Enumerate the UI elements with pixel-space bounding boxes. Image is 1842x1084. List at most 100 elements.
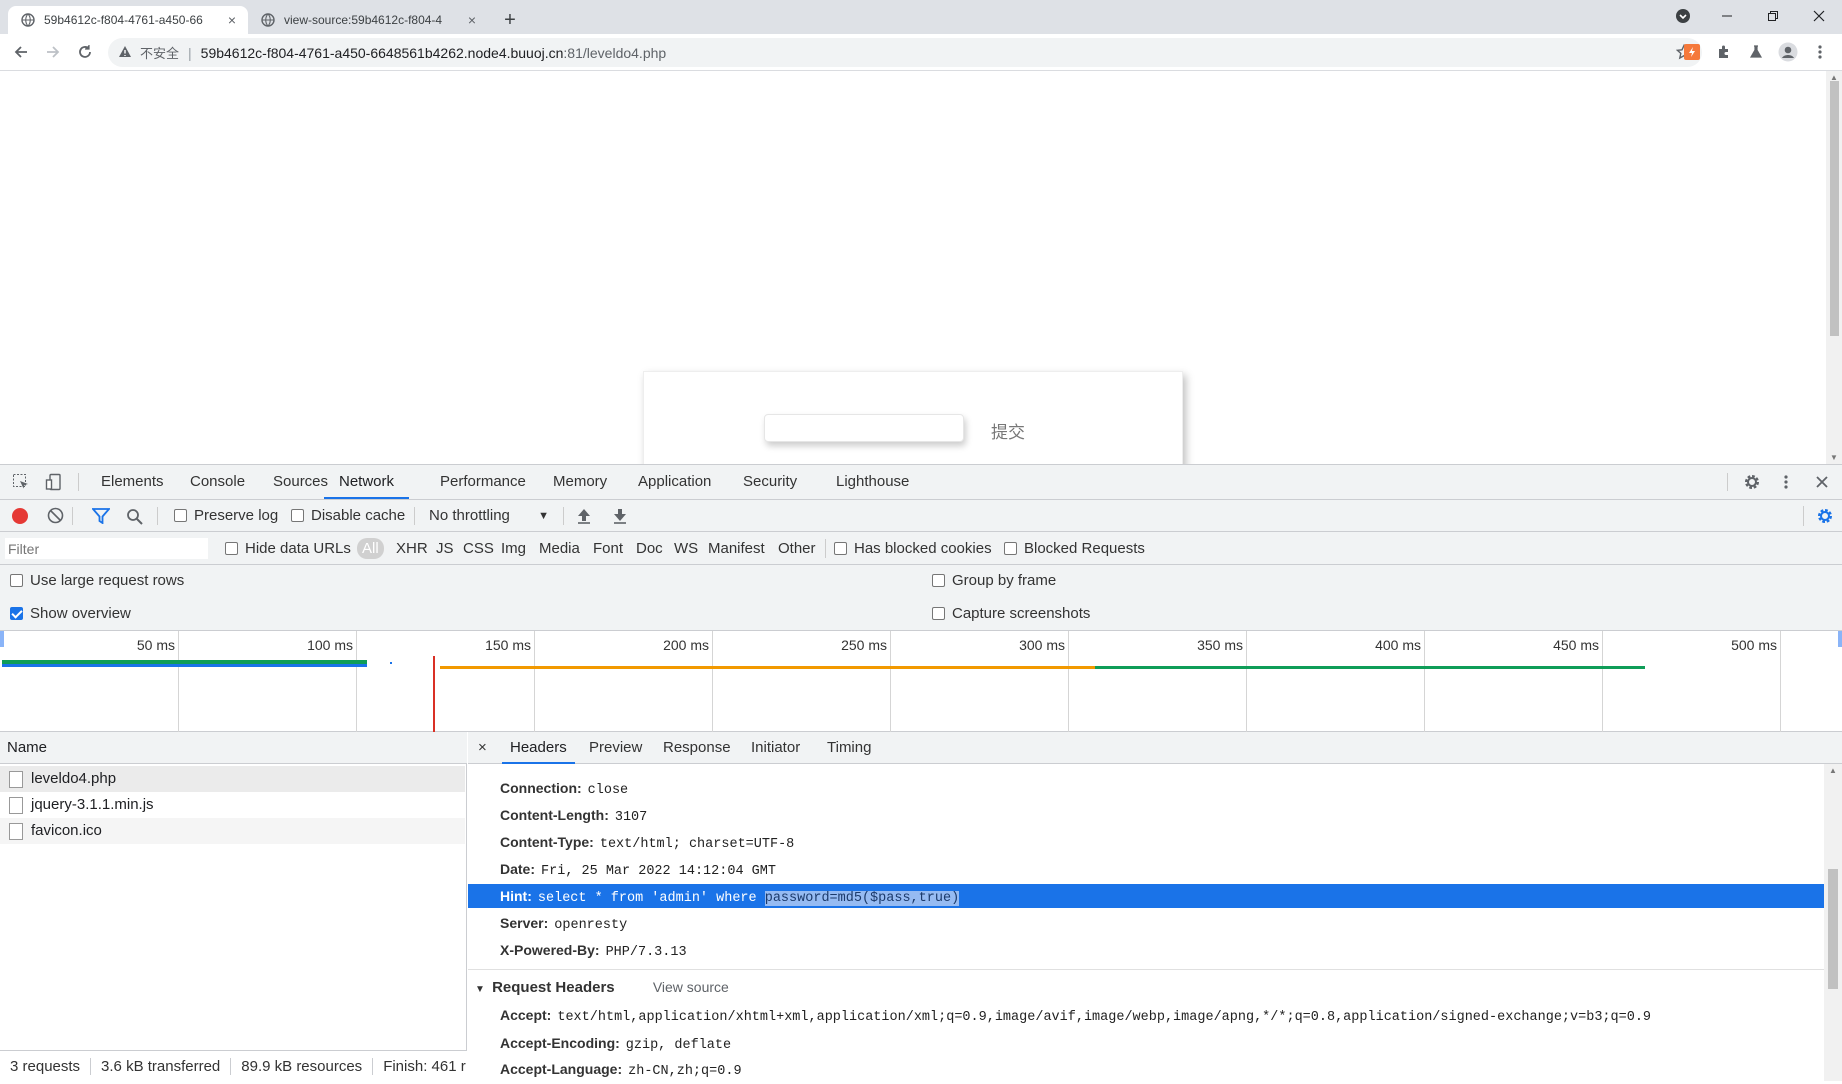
new-tab-button[interactable]: + bbox=[496, 6, 524, 34]
devtools-close-icon[interactable] bbox=[1809, 465, 1835, 499]
page-scroll-thumb[interactable] bbox=[1830, 81, 1839, 336]
blocked-requests-checkbox[interactable]: Blocked Requests bbox=[1004, 540, 1145, 557]
settings-gear-icon[interactable] bbox=[1739, 465, 1765, 499]
header-value[interactable]: select * from 'admin' where password=md5… bbox=[538, 891, 960, 906]
filter-type-all[interactable]: All bbox=[357, 538, 384, 559]
security-label[interactable]: 不安全 bbox=[140, 43, 179, 62]
extension-orange-icon[interactable] bbox=[1678, 38, 1706, 66]
checkbox-box[interactable] bbox=[932, 607, 945, 620]
devtools-more-icon[interactable] bbox=[1773, 465, 1799, 499]
disable-cache-checkbox[interactable]: Disable cache bbox=[291, 507, 405, 524]
overview-window-handle[interactable] bbox=[1838, 631, 1842, 647]
filter-type-other[interactable]: Other bbox=[778, 532, 816, 565]
details-scroll-thumb[interactable] bbox=[1828, 869, 1838, 989]
minimize-icon[interactable] bbox=[1704, 0, 1750, 32]
filter-type-js[interactable]: JS bbox=[436, 532, 454, 565]
tab-view-source[interactable]: view-source:59b4612c-f804-4 × bbox=[248, 6, 488, 34]
forward-arrow-icon[interactable] bbox=[39, 38, 67, 66]
network-settings-gear-icon[interactable] bbox=[1816, 507, 1834, 529]
tab-console[interactable]: Console bbox=[190, 465, 245, 499]
filter-type-manifest[interactable]: Manifest bbox=[708, 532, 765, 565]
header-row-hint[interactable]: Hint: select * from 'admin' where passwor… bbox=[468, 884, 1824, 908]
tab-response[interactable]: Response bbox=[663, 732, 731, 764]
checkbox-box[interactable] bbox=[225, 542, 238, 555]
request-row-jquery[interactable]: jquery-3.1.1.min.js bbox=[0, 792, 465, 818]
request-headers-section[interactable]: ▼ Request Headers View source bbox=[468, 973, 1824, 1001]
clear-icon[interactable] bbox=[47, 507, 64, 528]
has-blocked-cookies-checkbox[interactable]: Has blocked cookies bbox=[834, 540, 992, 557]
scroll-up-icon[interactable]: ▲ bbox=[1829, 766, 1837, 775]
tab-sources[interactable]: Sources bbox=[273, 465, 328, 499]
tab-preview[interactable]: Preview bbox=[589, 732, 642, 764]
tab-search-icon[interactable] bbox=[1660, 0, 1706, 32]
tab-lighthouse[interactable]: Lighthouse bbox=[836, 465, 909, 499]
throttling-select[interactable]: No throttling ▼ bbox=[429, 507, 549, 525]
checkbox-box[interactable] bbox=[834, 542, 847, 555]
checkbox-checked[interactable] bbox=[10, 607, 23, 620]
tab-security[interactable]: Security bbox=[743, 465, 797, 499]
lab-flask-icon[interactable] bbox=[1742, 38, 1770, 66]
view-source-link[interactable]: View source bbox=[653, 979, 729, 995]
filter-type-xhr[interactable]: XHR bbox=[396, 532, 428, 565]
checkbox-box[interactable] bbox=[1004, 542, 1017, 555]
tick-label: 50 ms bbox=[136, 637, 175, 653]
tab-performance[interactable]: Performance bbox=[440, 465, 526, 499]
inspect-element-icon[interactable] bbox=[8, 465, 34, 499]
tab-close-icon[interactable]: × bbox=[462, 12, 482, 28]
record-icon[interactable] bbox=[12, 508, 28, 524]
show-overview-checkbox[interactable]: Show overview bbox=[10, 605, 131, 622]
selected-text[interactable]: password=md5($pass,true) bbox=[764, 891, 960, 906]
warning-icon[interactable] bbox=[118, 45, 132, 61]
filter-type-img[interactable]: Img bbox=[501, 532, 526, 565]
network-overview-timeline[interactable]: 50 ms 100 ms 150 ms 200 ms 250 ms 300 ms… bbox=[0, 631, 1842, 732]
tab-initiator[interactable]: Initiator bbox=[751, 732, 800, 764]
restore-icon[interactable] bbox=[1750, 0, 1796, 32]
name-column-header[interactable]: Name bbox=[0, 732, 467, 764]
search-icon[interactable] bbox=[126, 508, 143, 529]
filter-type-font[interactable]: Font bbox=[593, 532, 623, 565]
address-bar[interactable]: 不安全 | 59b4612c-f804-4761-a450-6648561b42… bbox=[108, 38, 1702, 67]
checkbox-box[interactable] bbox=[10, 574, 23, 587]
scroll-down-icon[interactable]: ▼ bbox=[1830, 453, 1838, 462]
tab-close-icon[interactable]: × bbox=[222, 12, 242, 28]
tab-network[interactable]: Network bbox=[324, 465, 410, 499]
filter-funnel-icon[interactable] bbox=[91, 508, 111, 528]
import-upload-icon[interactable] bbox=[577, 508, 591, 528]
filter-type-doc[interactable]: Doc bbox=[636, 532, 663, 565]
tab-memory[interactable]: Memory bbox=[553, 465, 607, 499]
checkbox-box[interactable] bbox=[174, 509, 187, 522]
overview-window-handle[interactable] bbox=[0, 631, 4, 647]
tab-leveldo4[interactable]: 59b4612c-f804-4761-a450-66 × bbox=[8, 6, 248, 34]
tab-elements[interactable]: Elements bbox=[101, 465, 164, 499]
filter-type-media[interactable]: Media bbox=[539, 532, 580, 565]
close-details-icon[interactable]: × bbox=[478, 732, 487, 764]
reload-icon[interactable] bbox=[71, 38, 99, 66]
export-download-icon[interactable] bbox=[613, 508, 627, 528]
tab-application[interactable]: Application bbox=[638, 465, 711, 499]
capture-screenshots-checkbox[interactable]: Capture screenshots bbox=[932, 605, 1090, 622]
device-toolbar-icon[interactable] bbox=[41, 465, 67, 499]
group-by-frame-checkbox[interactable]: Group by frame bbox=[932, 572, 1056, 589]
large-rows-checkbox[interactable]: Use large request rows bbox=[10, 572, 184, 589]
request-row-favicon[interactable]: favicon.ico bbox=[0, 818, 465, 844]
more-menu-icon[interactable] bbox=[1806, 38, 1834, 66]
profile-avatar-icon[interactable] bbox=[1774, 38, 1802, 66]
tab-headers[interactable]: Headers bbox=[502, 732, 575, 764]
filter-input[interactable] bbox=[4, 537, 209, 560]
close-window-icon[interactable] bbox=[1796, 0, 1842, 32]
submit-button[interactable]: 提交 bbox=[991, 418, 1025, 443]
page-scrollbar[interactable]: ▲ ▼ bbox=[1826, 71, 1842, 464]
checkbox-box[interactable] bbox=[291, 509, 304, 522]
extensions-puzzle-icon[interactable] bbox=[1710, 38, 1738, 66]
filter-type-css[interactable]: CSS bbox=[463, 532, 494, 565]
tab-timing[interactable]: Timing bbox=[827, 732, 871, 764]
hide-data-urls-checkbox[interactable]: Hide data URLs bbox=[225, 540, 351, 557]
request-row-leveldo4[interactable]: leveldo4.php bbox=[0, 766, 465, 792]
details-scrollbar[interactable]: ▲ bbox=[1824, 764, 1842, 1081]
checkbox-box[interactable] bbox=[932, 574, 945, 587]
password-input[interactable] bbox=[764, 414, 964, 442]
back-arrow-icon[interactable] bbox=[7, 38, 35, 66]
filter-type-ws[interactable]: WS bbox=[674, 532, 698, 565]
preserve-log-checkbox[interactable]: Preserve log bbox=[174, 507, 278, 524]
expand-triangle-icon[interactable]: ▼ bbox=[475, 984, 485, 995]
